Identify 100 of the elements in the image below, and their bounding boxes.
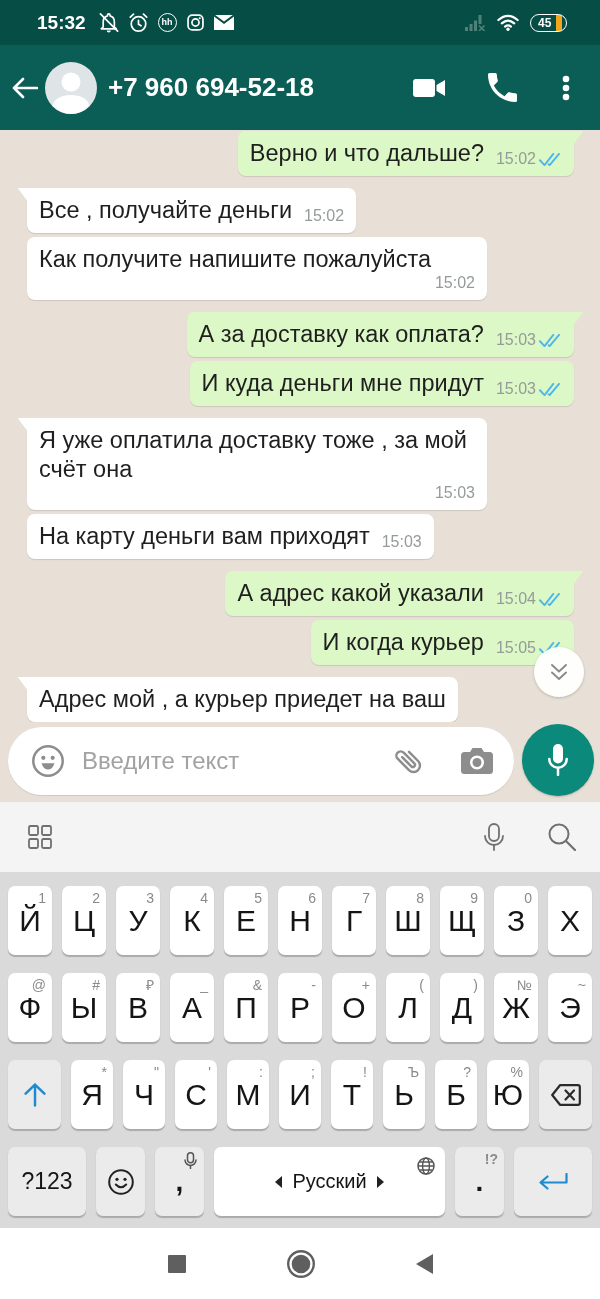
letter-key[interactable]: Ч " [123, 1060, 165, 1129]
key-hint: @ [31, 977, 46, 993]
key-hint: % [510, 1064, 523, 1080]
message-time: 15:03 [495, 331, 536, 349]
letter-key[interactable]: Щ 9 [440, 886, 484, 955]
message-text: На карту деньги вам приходят [39, 522, 370, 551]
scroll-down-button[interactable] [534, 647, 584, 697]
key-hint: ) [473, 977, 478, 993]
key-hint: 7 [362, 890, 370, 906]
emoji-key[interactable] [96, 1147, 145, 1216]
letter-key[interactable]: М : [227, 1060, 269, 1129]
letter-key[interactable]: Э ~ [548, 973, 592, 1042]
backspace-key[interactable] [539, 1060, 592, 1129]
letter-key[interactable]: Р - [278, 973, 322, 1042]
more-options-icon[interactable] [562, 74, 570, 101]
person-avatar-icon[interactable] [45, 61, 97, 114]
letter-key[interactable]: Н 6 [278, 886, 322, 955]
alarm-clock-icon [128, 12, 148, 33]
space-key[interactable]: Русский [214, 1147, 445, 1216]
wifi-icon [497, 14, 519, 31]
message-text: Верно и что дальше? [249, 139, 484, 168]
shift-key[interactable] [8, 1060, 61, 1129]
key-hint: 9 [470, 890, 478, 906]
letter-key[interactable]: О + [332, 973, 376, 1042]
symbols-key[interactable]: ?123 [8, 1147, 86, 1216]
comma-key[interactable]: , [155, 1147, 204, 1216]
key-hint: 1 [38, 890, 46, 906]
key-hint: ~ [577, 977, 586, 993]
search-icon[interactable] [548, 823, 576, 851]
letter-key[interactable]: В ₽ [116, 973, 160, 1042]
phone-call-icon[interactable] [488, 73, 517, 102]
letter-key[interactable]: Ь Ъ [383, 1060, 425, 1129]
message-text: А адрес какой указали [237, 579, 484, 608]
battery-indicator: 45 [530, 13, 567, 32]
key-hint: + [361, 977, 370, 993]
message-time: 15:03 [381, 533, 422, 551]
key-hint: & [252, 977, 262, 993]
letter-key[interactable]: Ж № [494, 973, 538, 1042]
message-time: 15:03 [434, 484, 475, 502]
letter-key[interactable]: Д ) [440, 973, 484, 1042]
letter-key[interactable]: Ц 2 [62, 886, 106, 955]
triangle-icon[interactable] [415, 1253, 433, 1274]
letter-key[interactable]: Х [548, 886, 592, 955]
letter-key[interactable]: Ш 8 [386, 886, 430, 955]
letter-key[interactable]: У 3 [116, 886, 160, 955]
microphone-icon [548, 744, 568, 776]
key-hint: ' [208, 1064, 211, 1080]
letter-key[interactable]: Я * [71, 1060, 113, 1129]
caret-right-icon [376, 1175, 384, 1188]
letter-key[interactable]: Й 1 [8, 886, 52, 955]
letter-key[interactable]: А _ [170, 973, 214, 1042]
letter-key[interactable]: К 4 [170, 886, 214, 955]
smiley-icon[interactable] [32, 745, 64, 777]
message-input-field[interactable]: Введите текст [82, 744, 382, 778]
key-hint: № [516, 977, 532, 993]
letter-key[interactable]: С ' [175, 1060, 217, 1129]
microphone-icon[interactable] [483, 823, 505, 851]
key-hint: * [101, 1064, 107, 1080]
message-text: И куда деньги мне придут [201, 369, 484, 398]
key-hint: # [92, 977, 100, 993]
letter-key[interactable]: З 0 [494, 886, 538, 955]
letter-key[interactable]: П & [224, 973, 268, 1042]
circle-icon[interactable] [286, 1249, 315, 1278]
key-hint: 3 [146, 890, 154, 906]
letter-key[interactable]: Ы # [62, 973, 106, 1042]
message-time: 15:02 [304, 207, 345, 225]
camera-icon [186, 14, 204, 31]
message-text: Я уже оплатила доставку тоже , за мой счёт она [39, 426, 468, 484]
double-chevron-down-icon [550, 664, 568, 680]
microphone-button[interactable] [522, 724, 594, 796]
letter-key[interactable]: Ю % [487, 1060, 529, 1129]
backspace-icon [550, 1083, 581, 1106]
letter-key[interactable]: Б ? [435, 1060, 477, 1129]
key-hint: ( [419, 977, 424, 993]
message-text: А за доставку как оплата? [198, 320, 484, 349]
return-arrow-icon [538, 1172, 568, 1191]
back-arrow-icon[interactable] [12, 76, 38, 99]
period-key[interactable]: . !? [455, 1147, 504, 1216]
message-time: 15:02 [495, 150, 536, 168]
letter-key[interactable]: Г 7 [332, 886, 376, 955]
message-text: Адрес мой , а курьер приедет на ваш [39, 685, 446, 714]
key-hint: 0 [524, 890, 532, 906]
contact-title[interactable]: +7 960 694-52-18 [108, 72, 314, 103]
camera-icon[interactable] [461, 748, 493, 774]
key-hint: 5 [254, 890, 262, 906]
message-time: 15:05 [495, 639, 536, 657]
key-hint: ; [311, 1064, 315, 1080]
message-input-bar[interactable]: Введите текст [8, 727, 514, 795]
letter-key[interactable]: Л ( [386, 973, 430, 1042]
key-hint: !? [484, 1151, 498, 1167]
square-icon[interactable] [167, 1254, 186, 1273]
key-hint: 2 [92, 890, 100, 906]
video-call-icon[interactable] [413, 77, 445, 98]
letter-key[interactable]: И ; [279, 1060, 321, 1129]
letter-key[interactable]: Ф @ [8, 973, 52, 1042]
letter-key[interactable]: Т ! [331, 1060, 373, 1129]
key-hint: " [154, 1064, 159, 1080]
grid-icon[interactable] [28, 825, 52, 849]
key-hint: _ [200, 977, 208, 993]
letter-key[interactable]: Е 5 [224, 886, 268, 955]
